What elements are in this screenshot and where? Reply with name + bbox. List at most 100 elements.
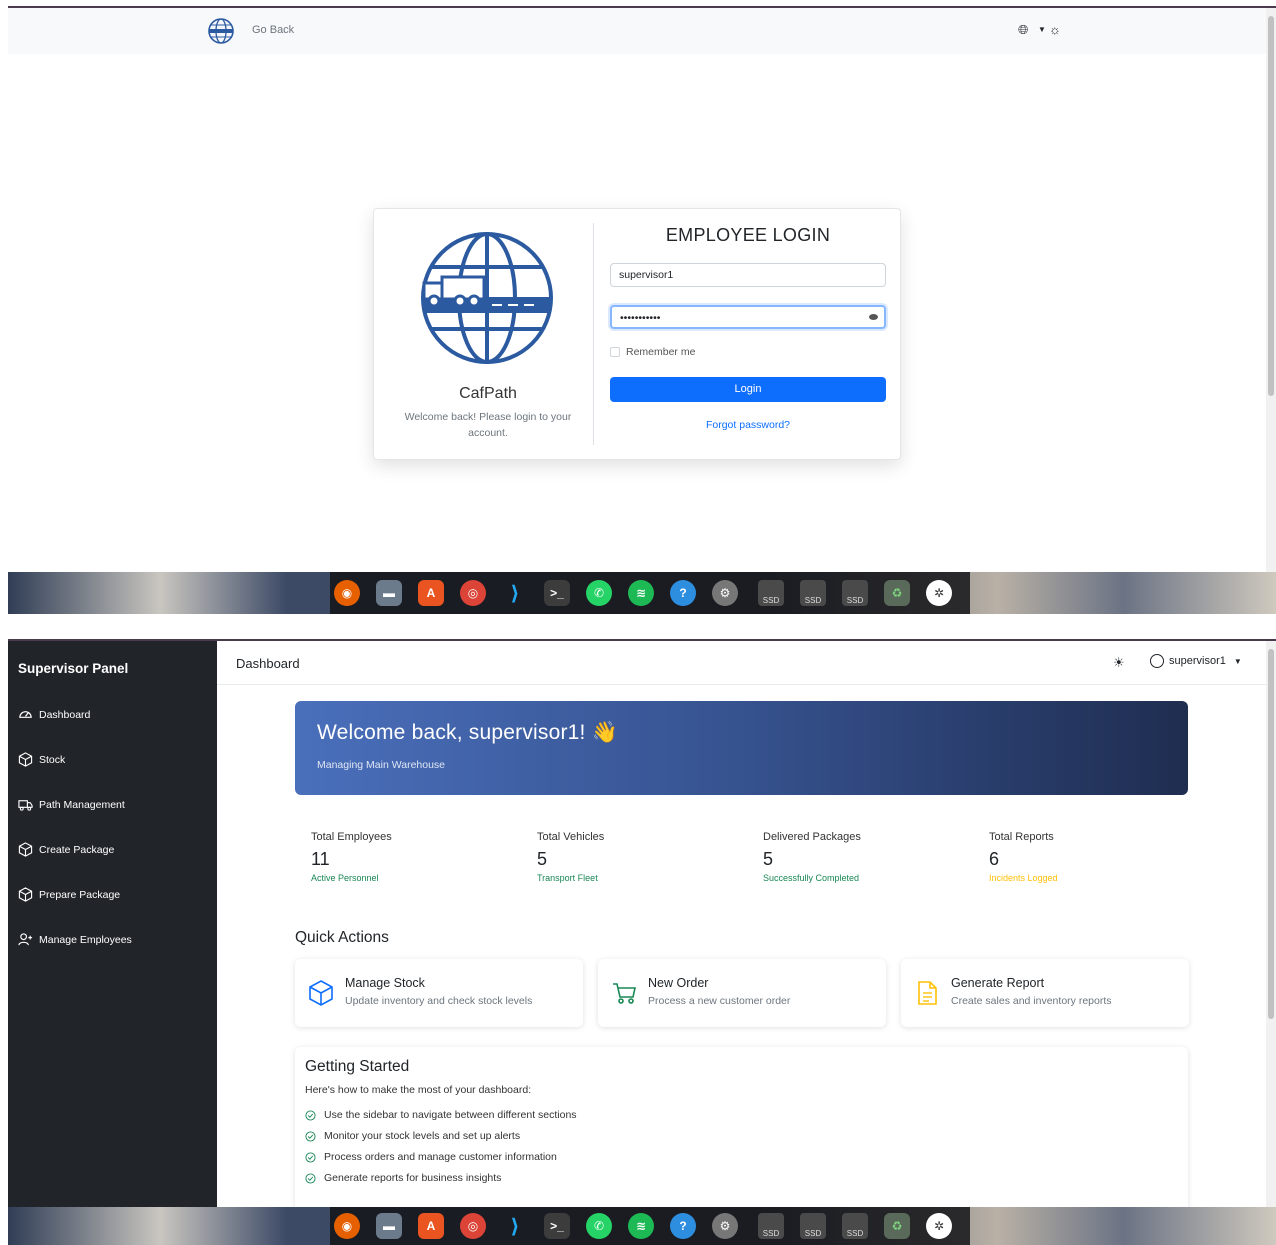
- trash-icon[interactable]: ♻: [884, 1213, 910, 1239]
- app-center-icon[interactable]: A: [418, 580, 444, 606]
- check-circle-icon: [305, 1130, 316, 1142]
- help-icon[interactable]: ?: [670, 1213, 696, 1239]
- stat-label: Total Reports: [989, 831, 1054, 843]
- top-navbar: Go Back 🌐︎ ▼ ☼: [8, 8, 1266, 54]
- welcome-text: Welcome back! Please login to your accou…: [404, 411, 572, 439]
- terminal-icon[interactable]: >_: [544, 1213, 570, 1239]
- sidebar-item-label: Create Package: [39, 843, 115, 856]
- terminal-icon[interactable]: >_: [544, 580, 570, 606]
- firefox-icon[interactable]: ◉: [334, 1213, 360, 1239]
- taskbar-dock: ◉ ▬ A ◎ ⟩ >_ ✆ ≋ ? ⚙ SSD SSD SSD ♻ ✲: [8, 572, 1276, 614]
- forgot-password-link[interactable]: Forgot password?: [610, 419, 886, 431]
- user-menu[interactable]: supervisor1 ▼: [1150, 654, 1242, 668]
- remember-me[interactable]: Remember me: [610, 346, 695, 358]
- box-icon: [18, 752, 33, 767]
- ubuntu-icon[interactable]: ✲: [926, 1213, 952, 1239]
- sidebar-item-path-management[interactable]: Path Management: [18, 797, 125, 812]
- box-icon: [18, 842, 33, 857]
- sidebar-title: Supervisor Panel: [18, 661, 129, 676]
- quick-actions-title: Quick Actions: [295, 929, 389, 946]
- card-desc: Create sales and inventory reports: [951, 995, 1112, 1007]
- globe-logo-icon[interactable]: [208, 18, 234, 44]
- stat-sub: Active Personnel: [311, 873, 379, 883]
- sidebar-item-create-package[interactable]: Create Package: [18, 842, 114, 857]
- banner-subtitle: Managing Main Warehouse: [317, 759, 446, 771]
- ssd-drive-icon[interactable]: SSD: [800, 1213, 826, 1239]
- ssd-drive-icon[interactable]: SSD: [800, 580, 826, 606]
- dashboard-screen: Supervisor Panel Dashboard Stock Path Ma…: [8, 639, 1276, 1207]
- card-desc: Update inventory and check stock levels: [345, 995, 533, 1007]
- password-value: •••••••••••: [620, 312, 661, 324]
- box-icon: [309, 980, 333, 1006]
- sidebar-item-stock[interactable]: Stock: [18, 752, 65, 767]
- card-title: New Order: [648, 976, 709, 990]
- app-center-icon[interactable]: A: [418, 1213, 444, 1239]
- new-order-card[interactable]: New Order Process a new customer order: [598, 959, 886, 1027]
- ssd-drive-icon[interactable]: SSD: [758, 580, 784, 606]
- chrome-icon[interactable]: ◎: [460, 580, 486, 606]
- username-input[interactable]: supervisor1: [610, 263, 886, 287]
- login-button[interactable]: Login: [610, 377, 886, 402]
- taskbar-dock: ◉ ▬ A ◎ ⟩ >_ ✆ ≋ ? ⚙ SSD SSD SSD ♻ ✲: [8, 1207, 1276, 1245]
- sidebar-item-label: Prepare Package: [39, 888, 121, 901]
- card-title: Generate Report: [951, 976, 1045, 990]
- list-item: Process orders and manage customer infor…: [305, 1151, 557, 1163]
- sun-icon[interactable]: ☀: [1113, 655, 1125, 671]
- stat-sub: Successfully Completed: [763, 873, 860, 883]
- help-icon[interactable]: ?: [670, 580, 696, 606]
- stat-value: 5: [763, 849, 774, 869]
- ssd-drive-icon[interactable]: SSD: [758, 1213, 784, 1239]
- chevron-down-icon[interactable]: ▼: [1038, 25, 1046, 34]
- password-input[interactable]: •••••••••••: [610, 305, 886, 329]
- top-header: Dashboard ☀ supervisor1 ▼: [217, 641, 1266, 685]
- files-icon[interactable]: ▬: [376, 1213, 402, 1239]
- ubuntu-icon[interactable]: ✲: [926, 580, 952, 606]
- list-item: Generate reports for business insights: [305, 1172, 501, 1184]
- sidebar-item-label: Manage Employees: [39, 933, 132, 946]
- person-circle-icon: [1150, 654, 1164, 668]
- login-form: EMPLOYEE LOGIN supervisor1 ••••••••••• R…: [610, 209, 886, 459]
- chrome-icon[interactable]: ◎: [460, 1213, 486, 1239]
- remember-checkbox[interactable]: [610, 347, 620, 358]
- sidebar-item-label: Path Management: [39, 798, 125, 811]
- login-screen: Go Back 🌐︎ ▼ ☼ CafPath Welcome back! Ple…: [8, 6, 1276, 616]
- manage-stock-card[interactable]: Manage Stock Update inventory and check …: [295, 959, 583, 1027]
- cafpath-logo-icon: [421, 232, 553, 364]
- box-icon: [18, 887, 33, 902]
- getting-started-desc: Here's how to make the most of your dash…: [305, 1084, 532, 1096]
- stat-total-reports: Total Reports 6 Incidents Logged: [989, 831, 1189, 883]
- sidebar-item-manage-employees[interactable]: Manage Employees: [18, 932, 132, 947]
- ssd-drive-icon[interactable]: SSD: [842, 580, 868, 606]
- sidebar: Supervisor Panel Dashboard Stock Path Ma…: [8, 641, 217, 1207]
- sun-icon[interactable]: ☼: [1049, 22, 1061, 37]
- sidebar-item-label: Dashboard: [39, 708, 91, 721]
- firefox-icon[interactable]: ◉: [334, 580, 360, 606]
- document-icon: [918, 981, 937, 1005]
- sidebar-item-prepare-package[interactable]: Prepare Package: [18, 887, 120, 902]
- globe-icon[interactable]: 🌐︎: [1018, 22, 1028, 38]
- files-icon[interactable]: ▬: [376, 580, 402, 606]
- vscode-icon[interactable]: ⟩: [502, 580, 528, 606]
- card-title: Manage Stock: [345, 976, 425, 990]
- list-item-text: Process orders and manage customer infor…: [324, 1151, 557, 1163]
- scrollbar[interactable]: [1266, 8, 1276, 573]
- spotify-icon[interactable]: ≋: [628, 1213, 654, 1239]
- stat-sub: Incidents Logged: [989, 873, 1058, 883]
- stat-value: 5: [537, 849, 548, 869]
- whatsapp-icon[interactable]: ✆: [586, 1213, 612, 1239]
- settings-icon[interactable]: ⚙: [712, 1213, 738, 1239]
- scrollbar[interactable]: [1266, 641, 1276, 1207]
- settings-icon[interactable]: ⚙: [712, 580, 738, 606]
- sidebar-item-dashboard[interactable]: Dashboard: [18, 707, 90, 722]
- eye-icon[interactable]: [869, 314, 878, 320]
- stat-delivered-packages: Delivered Packages 5 Successfully Comple…: [763, 831, 963, 883]
- trash-icon[interactable]: ♻: [884, 580, 910, 606]
- list-item-text: Monitor your stock levels and set up ale…: [324, 1130, 521, 1142]
- vscode-icon[interactable]: ⟩: [502, 1213, 528, 1239]
- ssd-drive-icon[interactable]: SSD: [842, 1213, 868, 1239]
- spotify-icon[interactable]: ≋: [628, 580, 654, 606]
- go-back-link[interactable]: Go Back: [252, 24, 294, 36]
- whatsapp-icon[interactable]: ✆: [586, 580, 612, 606]
- user-name: supervisor1: [1169, 655, 1226, 667]
- generate-report-card[interactable]: Generate Report Create sales and invento…: [901, 959, 1189, 1027]
